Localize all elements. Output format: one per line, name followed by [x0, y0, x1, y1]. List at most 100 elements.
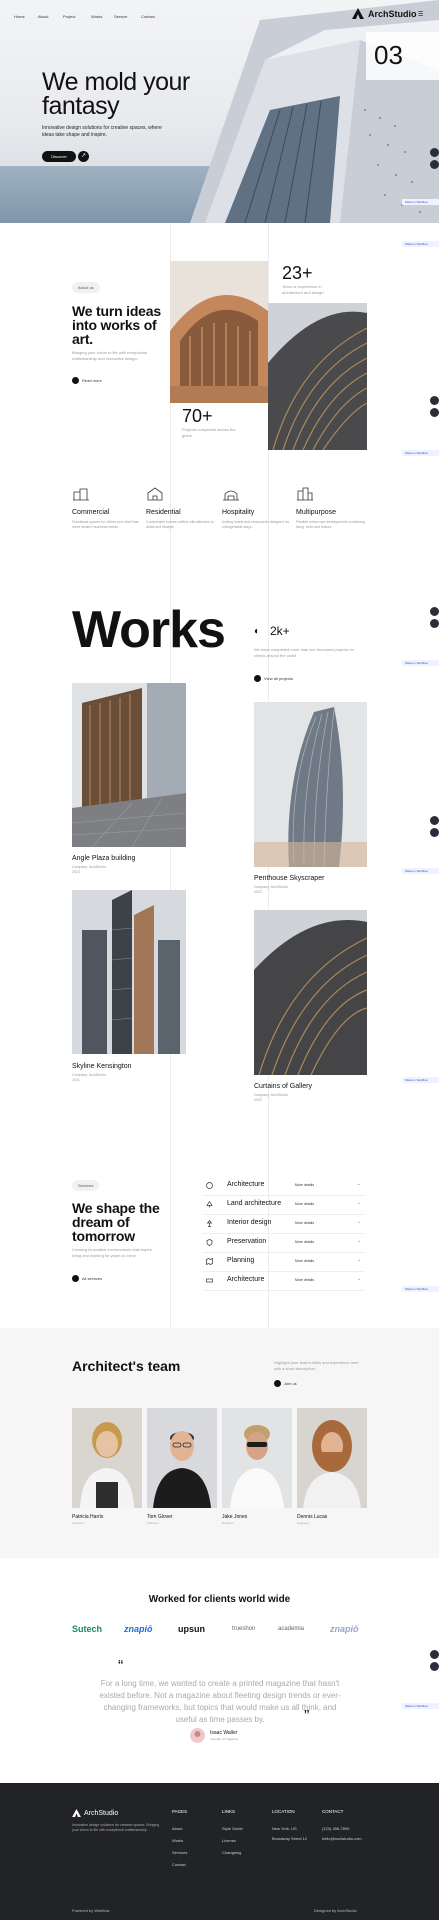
made-in-webflow-badge[interactable]: Made in Webflow — [402, 199, 439, 205]
work-meta: 2020 — [254, 1098, 262, 1102]
made-in-webflow-badge[interactable]: Made in Webflow — [402, 1703, 439, 1709]
footer-copyright: Powered by Webflow — [72, 1908, 110, 1913]
service-row-name: Interior design — [227, 1219, 272, 1226]
arrow-right-icon[interactable]: → — [356, 1257, 361, 1263]
made-in-webflow-badge[interactable]: Made in Webflow — [402, 1077, 439, 1083]
work-image-penthouse-skyscraper[interactable] — [254, 702, 367, 867]
footer-phone[interactable]: (123) 456-7890 — [322, 1826, 349, 1831]
menu-icon[interactable]: ☰ — [418, 11, 423, 18]
team-section: Architect's team Highlight your team's s… — [0, 1328, 439, 1558]
made-in-webflow-badge[interactable]: Made in Webflow — [402, 868, 439, 874]
service-row[interactable]: Architecture More details → — [203, 1271, 365, 1291]
service-row[interactable]: Land architecture More details → — [203, 1195, 365, 1215]
footer-link[interactable]: Contact — [172, 1862, 186, 1867]
service-row-more[interactable]: More details — [295, 1240, 314, 1244]
service-row-more[interactable]: More details — [295, 1259, 314, 1263]
nav-project-link[interactable]: Project — [63, 14, 75, 19]
arrow-right-icon[interactable]: → — [356, 1238, 361, 1244]
side-widget-icon[interactable] — [430, 816, 439, 825]
team-photo-patricia — [72, 1408, 142, 1508]
client-logo: Sutech — [72, 1624, 103, 1634]
service-row[interactable]: Preservation More details → — [203, 1233, 365, 1253]
side-widget-icon[interactable] — [430, 619, 439, 628]
nav-works-link[interactable]: Works — [91, 14, 102, 19]
team-text: Highlight your team's skills and experie… — [274, 1360, 359, 1371]
service-row-more[interactable]: More details — [295, 1278, 314, 1282]
tree-icon — [206, 1201, 213, 1208]
arrow-right-icon[interactable]: → — [356, 1181, 361, 1187]
brand-logo[interactable]: ArchStudio — [352, 8, 417, 19]
service-row-more[interactable]: More details — [295, 1221, 314, 1225]
client-logo: znapiō — [124, 1624, 153, 1634]
member-role: Designer — [222, 1521, 235, 1525]
house-icon — [147, 487, 163, 501]
side-widget-icon[interactable] — [430, 1650, 439, 1659]
footer-col-head: LOCATION — [272, 1809, 295, 1814]
footer-link[interactable]: About — [172, 1826, 182, 1831]
arrow-icon — [274, 1380, 281, 1387]
made-in-webflow-badge[interactable]: Made in Webflow — [402, 450, 439, 456]
work-title[interactable]: Penthouse Skyscraper — [254, 875, 324, 882]
service-row-name: Planning — [227, 1257, 255, 1264]
service-row[interactable]: Architecture More details → — [203, 1176, 365, 1196]
work-image-skyline-kensington[interactable] — [72, 890, 186, 1054]
hero-title: We mold your fantasy — [42, 70, 190, 120]
service-hospitality-text: Inviting hotels and restaurants designed… — [222, 520, 289, 529]
nav-contact-link[interactable]: Contact — [141, 14, 155, 19]
about-read-more-link[interactable]: Read more — [72, 377, 102, 384]
services-all-link[interactable]: All services — [72, 1275, 102, 1282]
side-widget-icon[interactable] — [430, 148, 439, 157]
hero-section: Home About Project Works Service Contact… — [0, 0, 439, 223]
work-image-angle-plaza[interactable] — [72, 683, 186, 847]
footer-col-head: LINKS — [222, 1809, 236, 1814]
arrow-right-icon[interactable]: → — [356, 1200, 361, 1206]
arrow-right-icon[interactable]: → — [356, 1276, 361, 1282]
about-text: Bringing your vision to life with except… — [72, 350, 148, 361]
service-row-more[interactable]: More details — [295, 1202, 314, 1206]
nav-about-link[interactable]: About — [38, 14, 48, 19]
services-text: Creating innovative environments that in… — [72, 1247, 153, 1258]
footer-link[interactable]: License — [222, 1838, 236, 1843]
service-row[interactable]: Planning More details → — [203, 1252, 365, 1272]
service-hospitality-title: Hospitality — [222, 509, 255, 516]
arrow-icon — [254, 675, 261, 682]
work-title[interactable]: Skyline Kensington — [72, 1063, 132, 1070]
side-widget-icon[interactable] — [430, 408, 439, 417]
hero-discover-button[interactable]: Discover — [42, 151, 76, 162]
side-widget-icon[interactable] — [430, 1662, 439, 1671]
footer-link[interactable]: Works — [172, 1838, 183, 1843]
work-title[interactable]: Angle Plaza building — [72, 855, 135, 862]
works-view-all-link[interactable]: View all projects — [254, 675, 293, 682]
nav-home-link[interactable]: Home — [14, 14, 25, 19]
side-widget-icon[interactable] — [430, 607, 439, 616]
footer-credit: Designed by ArchStudio — [314, 1908, 357, 1913]
member-role: Architect — [147, 1521, 159, 1525]
service-row-more[interactable]: More details — [295, 1183, 314, 1187]
footer-email[interactable]: hello@archstudio.com — [322, 1836, 362, 1841]
footer-brand[interactable]: ArchStudio — [72, 1809, 118, 1817]
testimonial-avatar — [190, 1728, 205, 1743]
service-row[interactable]: Interior design More details → — [203, 1214, 365, 1234]
hero-arrow-button[interactable]: ↗ — [78, 151, 89, 162]
side-widget-icon[interactable] — [430, 396, 439, 405]
work-image-curtains-of-gallery[interactable] — [254, 910, 367, 1075]
work-meta: 2021 — [72, 1078, 80, 1082]
team-join-link[interactable]: Join us — [274, 1380, 297, 1387]
arrow-icon — [72, 377, 79, 384]
footer-link[interactable]: Changelog — [222, 1850, 241, 1855]
side-widget-icon[interactable] — [430, 828, 439, 837]
footer-link[interactable]: Style Guide — [222, 1826, 243, 1831]
nav-service-link[interactable]: Service — [114, 14, 127, 19]
arrow-right-icon[interactable]: → — [356, 1219, 361, 1225]
footer-link[interactable]: Services — [172, 1850, 187, 1855]
made-in-webflow-badge[interactable]: Made in Webflow — [402, 241, 439, 247]
made-in-webflow-badge[interactable]: Made in Webflow — [402, 1286, 439, 1292]
work-title[interactable]: Curtains of Gallery — [254, 1083, 312, 1090]
hotel-icon — [223, 490, 239, 501]
side-widget-icon[interactable] — [430, 160, 439, 169]
member-name: Tom Glover — [147, 1514, 173, 1520]
member-name: Dennis Lucas — [297, 1514, 328, 1520]
hero-title-line-2: fantasy — [42, 92, 120, 120]
made-in-webflow-badge[interactable]: Made in Webflow — [402, 660, 439, 666]
service-residential-text: Comfortable homes crafted with attention… — [146, 520, 214, 529]
